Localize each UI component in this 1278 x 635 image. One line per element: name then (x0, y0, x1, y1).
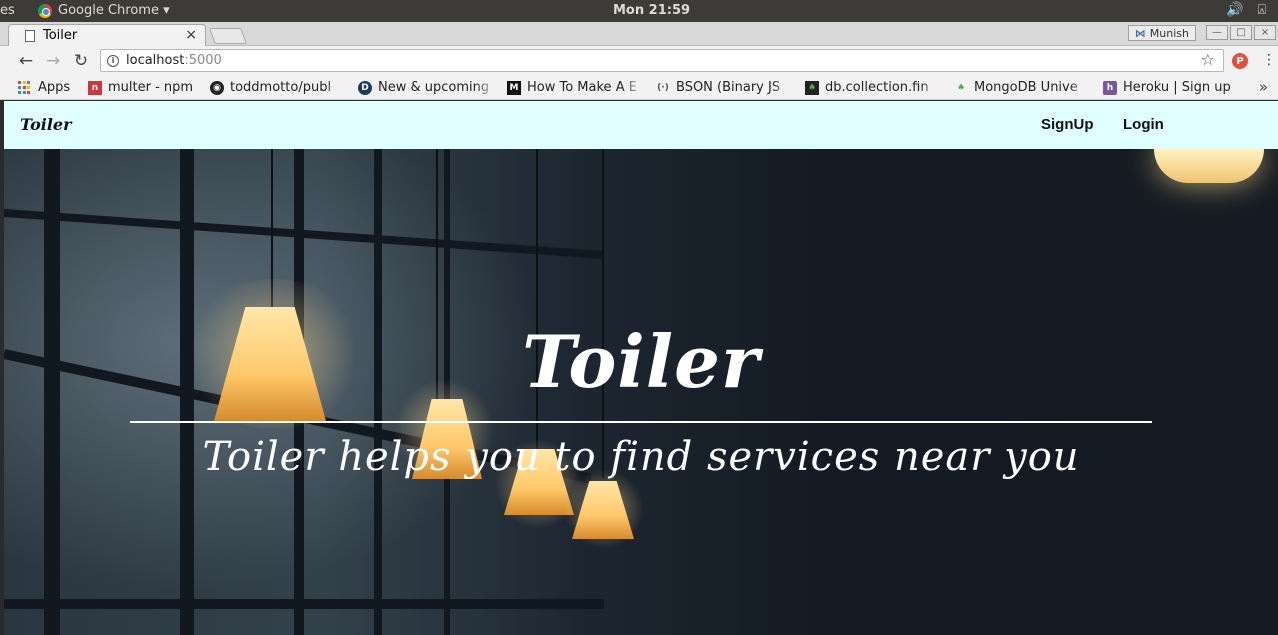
bookmark-db-collection[interactable]: ♠ db.collection.fin (805, 80, 941, 95)
close-window-button[interactable]: × (1254, 25, 1276, 40)
bookmark-label: multer - npm (108, 80, 194, 95)
bookmark-label: Heroku | Sign up (1123, 80, 1231, 95)
hero-divider (130, 421, 1152, 423)
hero-subtitle: Toiler helps you to find services near y… (202, 434, 1080, 480)
bookmark-label: db.collection.fin (825, 80, 929, 95)
tab-strip: Toiler × ⋈ Munish — □ × (0, 22, 1278, 46)
lamp-cord (536, 149, 538, 449)
bookmarks-bar: Apps n multer - npm ◉ toddmotto/publ D N… (0, 76, 1278, 100)
bookmark-label: New & upcoming (378, 80, 490, 95)
maximize-button[interactable]: □ (1230, 25, 1252, 40)
bookmark-bson[interactable]: (·) BSON (Binary JS (656, 80, 792, 95)
notification-icon[interactable]: ⍓ (1258, 2, 1266, 18)
extension-icon[interactable]: P (1232, 53, 1248, 69)
d-logo-icon: D (358, 80, 372, 95)
bookmark-label: BSON (Binary JS (676, 80, 781, 95)
app-name: Google Chrome ▾ (58, 3, 170, 18)
url-port: :5000 (184, 53, 222, 68)
hero-section: Toiler Toiler helps you to find services… (4, 149, 1278, 635)
bookmark-heroku[interactable]: h Heroku | Sign up (1103, 80, 1243, 95)
bookmark-label: toddmotto/publ (230, 80, 332, 95)
system-tray: 🔊 ⍓ (1226, 2, 1266, 18)
app-menu[interactable]: Google Chrome ▾ (38, 3, 170, 18)
navbar-brand[interactable]: Toiler (20, 115, 72, 134)
bson-icon: (·) (657, 82, 669, 93)
profile-name: Munish (1149, 26, 1189, 40)
pendant-lamp (572, 481, 634, 539)
chrome-logo-icon (38, 3, 52, 18)
bookmark-label: How To Make A E (527, 80, 637, 95)
minimize-button[interactable]: — (1206, 25, 1228, 40)
mongodb-leaf-icon: ♠ (805, 80, 819, 95)
browser-toolbar: ← → ↻ i localhost:5000 ☆ P ⋮ (0, 46, 1278, 76)
bookmark-mongodb-university[interactable]: ♠ MongoDB Unive (954, 80, 1090, 95)
activities-label[interactable]: es (0, 3, 15, 18)
bookmarks-overflow-icon[interactable]: » (1259, 78, 1268, 96)
profile-button[interactable]: ⋈ Munish (1127, 25, 1196, 41)
heroku-icon: h (1103, 80, 1117, 95)
profile-icon: ⋈ (1134, 26, 1146, 40)
back-arrow-icon[interactable]: ← (16, 51, 36, 71)
mongodb-leaf-icon: ♠ (956, 82, 966, 93)
new-tab-button[interactable] (209, 28, 247, 44)
bookmark-label: MongoDB Unive (974, 80, 1078, 95)
info-icon[interactable]: i (107, 54, 119, 67)
os-top-panel: es Google Chrome ▾ Mon 21:59 🔊 ⍓ (0, 0, 1278, 22)
medium-icon: M (507, 80, 521, 95)
forward-arrow-icon[interactable]: → (43, 51, 63, 71)
github-icon: ◉ (210, 80, 224, 95)
window-frame (4, 599, 604, 609)
bookmark-toddmotto[interactable]: ◉ toddmotto/publ (210, 80, 346, 95)
window-controls: — □ × (1206, 25, 1276, 40)
ceiling-lamp (1154, 149, 1264, 183)
hero-title: Toiler (522, 319, 760, 404)
close-tab-icon[interactable]: × (185, 27, 197, 43)
kebab-menu-icon[interactable]: ⋮ (1262, 52, 1276, 68)
bookmark-label: Apps (38, 80, 71, 95)
apps-grid-icon (18, 80, 32, 95)
bookmark-apps[interactable]: Apps (18, 80, 70, 95)
web-page: Toiler SignUp Login Toiler Toiler helps … (4, 101, 1278, 635)
tab-title: Toiler (43, 28, 78, 43)
tab-toiler[interactable]: Toiler × (8, 24, 206, 46)
bookmark-star-icon[interactable]: ☆ (1201, 50, 1215, 69)
page-icon (25, 29, 35, 42)
bookmark-new-upcoming[interactable]: D New & upcoming (358, 80, 496, 95)
volume-icon[interactable]: 🔊 (1226, 2, 1243, 18)
url-host: localhost (126, 53, 185, 68)
npm-icon: n (88, 80, 102, 95)
reload-icon[interactable]: ↻ (71, 51, 91, 71)
lamp-cord (602, 149, 604, 479)
login-link[interactable]: Login (1123, 116, 1164, 133)
bookmark-multer[interactable]: n multer - npm (88, 80, 200, 95)
signup-link[interactable]: SignUp (1041, 116, 1094, 133)
bookmark-how-to-make[interactable]: M How To Make A E (507, 80, 643, 95)
address-bar[interactable]: i localhost:5000 ☆ (100, 49, 1224, 72)
site-navbar: Toiler SignUp Login (4, 101, 1278, 149)
clock[interactable]: Mon 21:59 (613, 3, 690, 18)
